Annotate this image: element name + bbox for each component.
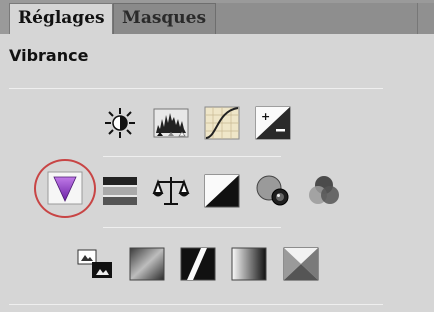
divider xyxy=(103,156,281,157)
photo-filter-icon[interactable] xyxy=(254,173,292,209)
channel-mixer-icon[interactable] xyxy=(305,173,343,209)
vibrance-icon[interactable] xyxy=(46,170,84,206)
tab-bar: Réglages Masques xyxy=(0,0,434,34)
exposure-icon[interactable]: + xyxy=(254,105,292,141)
threshold-icon[interactable] xyxy=(179,246,217,282)
tab-reglages[interactable]: Réglages xyxy=(9,3,113,34)
divider xyxy=(103,227,281,228)
panel-title: Vibrance xyxy=(9,46,89,65)
svg-text:+: + xyxy=(261,110,270,123)
divider xyxy=(9,304,383,305)
divider xyxy=(9,88,383,89)
curves-icon[interactable] xyxy=(203,105,241,141)
color-balance-icon[interactable] xyxy=(152,173,190,209)
brightness-contrast-icon[interactable] xyxy=(101,105,139,141)
gradient-map-icon[interactable] xyxy=(230,246,268,282)
posterize-icon[interactable] xyxy=(128,246,166,282)
levels-icon[interactable] xyxy=(152,105,190,141)
black-white-icon[interactable] xyxy=(203,173,241,209)
selective-color-icon[interactable] xyxy=(282,246,320,282)
invert-icon[interactable] xyxy=(76,246,114,282)
hue-saturation-icon[interactable] xyxy=(101,173,139,209)
tab-bar-filler xyxy=(216,3,434,34)
tab-masques[interactable]: Masques xyxy=(113,3,216,34)
